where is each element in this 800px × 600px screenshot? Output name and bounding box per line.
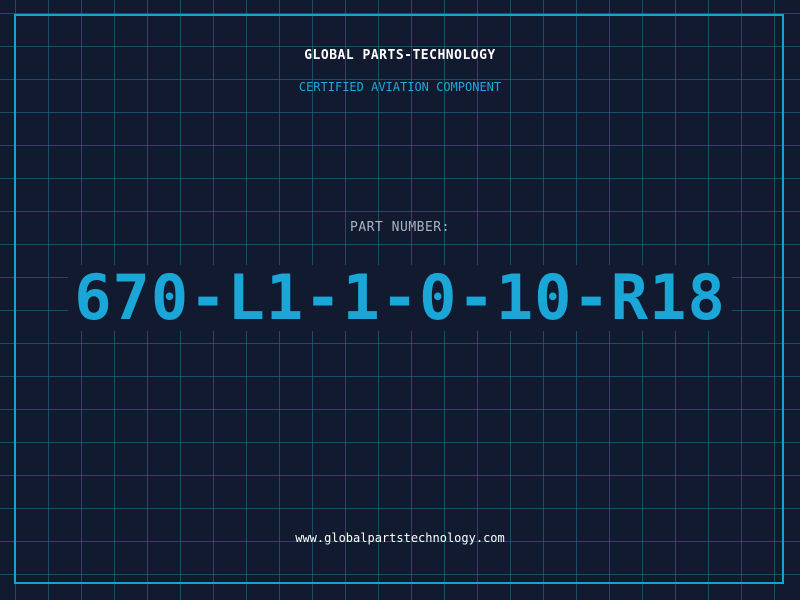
blueprint-canvas: GLOBAL PARTS-TECHNOLOGY CERTIFIED AVIATI… [0,0,800,600]
website-url: www.globalpartstechnology.com [295,531,505,545]
part-number-value: 670-L1-1-0-10-R18 [68,265,732,331]
certification-tagline: CERTIFIED AVIATION COMPONENT [298,80,502,94]
company-name: GLOBAL PARTS-TECHNOLOGY [304,48,496,63]
part-number-label: PART NUMBER: [350,220,450,235]
part-number-band: 670-L1-1-0-10-R18 [0,258,800,338]
